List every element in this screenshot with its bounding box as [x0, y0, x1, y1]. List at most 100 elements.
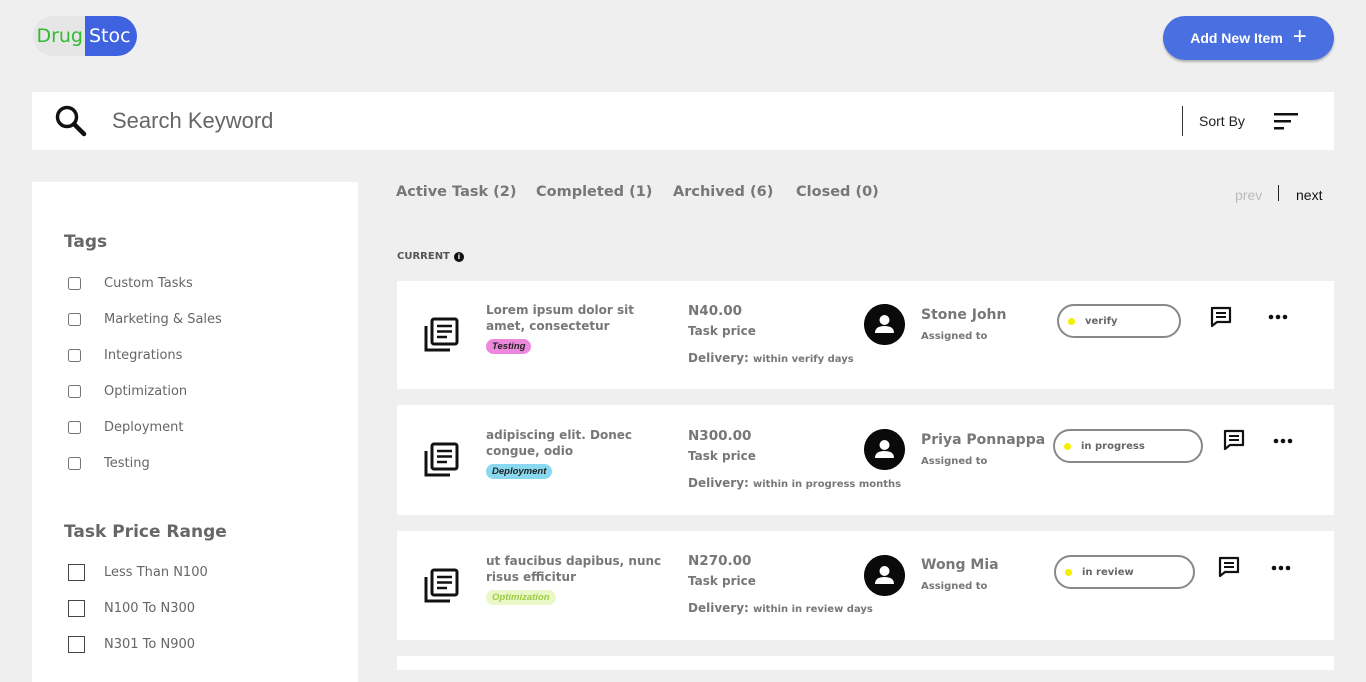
task-tag-badge: Testing: [486, 339, 532, 354]
add-new-item-label: Add New Item: [1190, 30, 1283, 46]
task-card[interactable]: Lorem ipsum dolor sit amet, consectetur …: [397, 281, 1334, 389]
delivery-label: Delivery:: [688, 601, 749, 615]
assigned-to-label: Assigned to: [921, 331, 988, 342]
tag-filter-testing[interactable]: Testing: [68, 456, 150, 471]
assigned-to-label: Assigned to: [921, 456, 988, 467]
search-input[interactable]: [112, 104, 912, 138]
info-icon[interactable]: i: [453, 251, 464, 262]
document-list-icon: [424, 317, 459, 352]
status-dot: [1064, 442, 1071, 450]
tag-filter-optimization[interactable]: Optimization: [68, 384, 187, 399]
tag-checkbox[interactable]: [68, 457, 81, 470]
current-label-text: CURRENT: [397, 251, 450, 262]
delivery-value: within in review days: [753, 604, 873, 615]
assignee-name: Wong Mia: [921, 557, 999, 573]
tag-label: Testing: [104, 456, 150, 471]
delivery-label: Delivery:: [688, 351, 749, 365]
tag-label: Integrations: [104, 348, 183, 363]
status-text: in progress: [1081, 440, 1145, 452]
price-filter-301-900[interactable]: N301 To N900: [68, 636, 195, 653]
user-avatar-icon: [864, 304, 905, 345]
chat-icon[interactable]: [1210, 306, 1232, 328]
more-horizontal-icon[interactable]: [1273, 435, 1293, 447]
delivery-value: within verify days: [753, 354, 854, 365]
status-pill[interactable]: verify: [1057, 304, 1181, 338]
delivery-label: Delivery:: [688, 476, 749, 490]
sort-icon[interactable]: [1274, 110, 1300, 132]
task-delivery: Delivery: within verify days: [688, 351, 854, 365]
status-dot: [1068, 317, 1075, 325]
task-price-label: Task price: [688, 449, 756, 463]
task-card-partial[interactable]: [397, 656, 1334, 670]
tag-label: Optimization: [104, 384, 188, 399]
delivery-value: within in progress months: [753, 479, 902, 490]
more-horizontal-icon[interactable]: [1268, 311, 1288, 323]
tag-checkbox[interactable]: [68, 349, 81, 362]
status-dot: [1065, 568, 1072, 576]
tag-checkbox[interactable]: [68, 277, 81, 290]
tag-checkbox[interactable]: [68, 421, 81, 434]
tab-active-task[interactable]: Active Task (2): [396, 184, 517, 200]
tag-filter-marketing-sales[interactable]: Marketing & Sales: [68, 312, 222, 327]
tag-filter-deployment[interactable]: Deployment: [68, 420, 184, 435]
price-filter-less-than-100[interactable]: Less Than N100: [68, 564, 208, 581]
status-text: in review: [1082, 566, 1134, 578]
sort-by-label[interactable]: Sort By: [1199, 113, 1245, 129]
tag-label: Deployment: [104, 420, 184, 435]
task-price-label: Task price: [688, 574, 756, 588]
tag-label: Marketing & Sales: [104, 312, 222, 327]
task-title: Lorem ipsum dolor sit amet, consectetur: [486, 303, 634, 333]
pagination-divider: [1278, 185, 1279, 201]
task-delivery: Delivery: within in progress months: [688, 476, 901, 490]
task-card[interactable]: ut faucibus dapibus, nunc risus efficitu…: [397, 531, 1334, 640]
logo-text-drug: Drug: [33, 16, 85, 56]
sort-divider: [1182, 106, 1183, 136]
document-list-icon: [424, 442, 459, 477]
tab-archived[interactable]: Archived (6): [673, 184, 773, 200]
task-tag-badge: Optimization: [486, 590, 556, 605]
tab-closed[interactable]: Closed (0): [796, 184, 879, 200]
assignee-name: Stone John: [921, 307, 1007, 323]
tag-label: Custom Tasks: [104, 276, 193, 291]
price-range-heading: Task Price Range: [64, 522, 227, 542]
task-title: ut faucibus dapibus, nunc risus efficitu…: [486, 554, 662, 584]
filter-sidebar: Tags Custom Tasks Marketing & Sales Inte…: [32, 182, 358, 682]
chat-icon[interactable]: [1218, 556, 1240, 578]
assigned-to-label: Assigned to: [921, 581, 988, 592]
task-price: N300.00: [688, 428, 752, 444]
plus-icon: +: [1292, 23, 1307, 50]
next-page-link[interactable]: next: [1296, 187, 1322, 203]
document-list-icon: [424, 568, 459, 603]
add-new-item-button[interactable]: Add New Item +: [1163, 16, 1334, 60]
more-horizontal-icon[interactable]: [1271, 562, 1291, 574]
status-pill[interactable]: in progress: [1053, 429, 1203, 463]
status-pill[interactable]: in review: [1054, 555, 1195, 589]
tag-checkbox[interactable]: [68, 385, 81, 398]
price-checkbox[interactable]: [68, 564, 85, 581]
prev-page-link[interactable]: prev: [1235, 187, 1262, 203]
search-icon[interactable]: [54, 104, 88, 138]
tab-completed[interactable]: Completed (1): [536, 184, 652, 200]
task-price: N40.00: [688, 303, 742, 319]
price-label: N100 To N300: [104, 601, 196, 616]
app-logo[interactable]: Drug Stoc: [33, 16, 137, 56]
tag-filter-custom-tasks[interactable]: Custom Tasks: [68, 276, 193, 291]
assignee-name: Priya Ponnappa: [921, 432, 1046, 448]
tag-checkbox[interactable]: [68, 313, 81, 326]
task-price-label: Task price: [688, 324, 756, 338]
price-checkbox[interactable]: [68, 636, 85, 653]
price-filter-100-300[interactable]: N100 To N300: [68, 600, 195, 617]
price-label: N301 To N900: [104, 637, 196, 652]
tag-filter-integrations[interactable]: Integrations: [68, 348, 182, 363]
price-label: Less Than N100: [104, 565, 208, 580]
search-bar: Sort By: [32, 92, 1334, 150]
task-delivery: Delivery: within in review days: [688, 601, 873, 615]
logo-text-stoc: Stoc: [85, 16, 137, 56]
task-card[interactable]: adipiscing elit. Donec congue, odio Depl…: [397, 405, 1334, 515]
status-text: verify: [1085, 315, 1118, 327]
tags-heading: Tags: [64, 232, 108, 252]
task-title: adipiscing elit. Donec congue, odio: [486, 428, 633, 458]
price-checkbox[interactable]: [68, 600, 85, 617]
current-section-label: CURRENT i: [397, 251, 464, 262]
chat-icon[interactable]: [1223, 429, 1245, 451]
